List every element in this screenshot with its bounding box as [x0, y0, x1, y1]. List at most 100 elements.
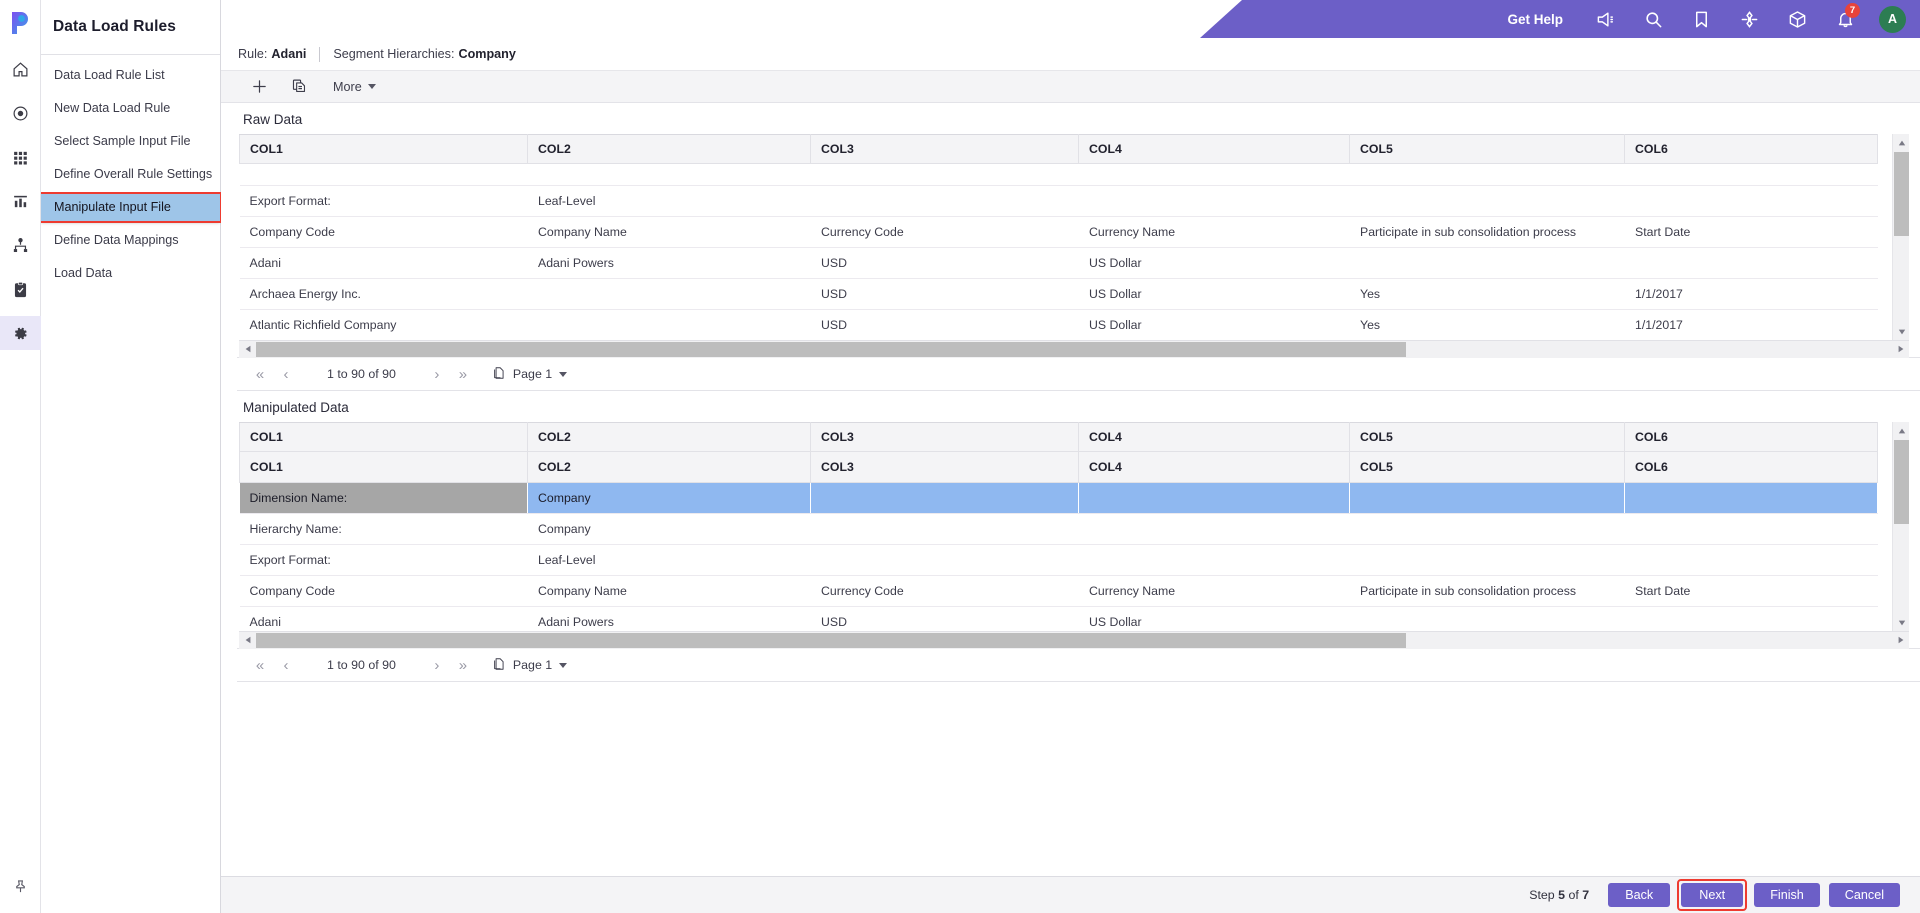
cell[interactable]: Company	[527, 482, 811, 514]
announcement-icon[interactable]	[1581, 0, 1629, 38]
cell[interactable]: Currency Name	[1078, 216, 1350, 248]
cell[interactable]: Atlantic Richfield Company	[239, 309, 528, 340]
cell[interactable]	[810, 544, 1079, 576]
table-row[interactable]: Atlantic Richfield Company USD US Dollar…	[239, 309, 1878, 340]
cell[interactable]	[1624, 247, 1878, 279]
cell[interactable]: COL5	[1349, 451, 1625, 483]
copy-icon[interactable]	[279, 71, 319, 103]
cancel-button[interactable]: Cancel	[1828, 883, 1900, 907]
cell[interactable]: US Dollar	[1078, 247, 1350, 279]
sidebar-item-new-data-load-rule[interactable]: New Data Load Rule	[41, 95, 220, 122]
cell[interactable]	[1078, 482, 1350, 514]
cell[interactable]	[1349, 482, 1625, 514]
cell[interactable]: 1/1/2017	[1624, 309, 1878, 340]
cube-icon[interactable]	[1773, 0, 1821, 38]
last-page-icon[interactable]: »	[450, 357, 476, 391]
cell[interactable]	[1349, 606, 1625, 631]
cell[interactable]: US Dollar	[1078, 278, 1350, 310]
cell[interactable]: Export Format:	[239, 185, 528, 217]
cell[interactable]: Adani	[239, 606, 528, 631]
manipulated-data-horizontal-scrollbar[interactable]	[239, 631, 1909, 649]
cell[interactable]: US Dollar	[1078, 309, 1350, 340]
rail-item-apps-grid[interactable]	[0, 140, 41, 174]
rail-item-settings[interactable]	[0, 316, 41, 350]
next-page-icon[interactable]: ›	[424, 648, 450, 682]
horizontal-scroll-track[interactable]	[256, 340, 1892, 358]
next-button[interactable]: Next	[1681, 883, 1744, 907]
cell[interactable]: USD	[810, 309, 1079, 340]
column-header-col6[interactable]: COL6	[1624, 134, 1878, 164]
avatar[interactable]: A	[1879, 5, 1906, 33]
cell[interactable]: Company	[527, 513, 811, 545]
column-header-col6[interactable]: COL6	[1624, 422, 1878, 452]
cell[interactable]: Company Code	[239, 575, 528, 607]
bell-icon[interactable]: 7	[1821, 0, 1869, 38]
cell[interactable]	[1624, 544, 1878, 576]
rail-item-clipboard-check[interactable]	[0, 272, 41, 306]
scroll-left-icon[interactable]	[239, 340, 256, 358]
cell[interactable]	[1624, 482, 1878, 514]
cell[interactable]: USD	[810, 247, 1079, 279]
sidebar-item-define-data-mappings[interactable]: Define Data Mappings	[41, 227, 220, 254]
cell[interactable]: Hierarchy Name:	[239, 513, 528, 545]
cell[interactable]	[810, 163, 1079, 186]
cell[interactable]	[1078, 513, 1350, 545]
cell[interactable]	[1349, 544, 1625, 576]
column-header-col1[interactable]: COL1	[239, 422, 528, 452]
cell[interactable]	[527, 278, 811, 310]
horizontal-scroll-track[interactable]	[256, 631, 1892, 649]
cell[interactable]: COL4	[1078, 451, 1350, 483]
scroll-down-icon[interactable]	[1893, 323, 1909, 340]
sidebar-item-data-load-rule-list[interactable]: Data Load Rule List	[41, 62, 220, 89]
cell[interactable]: Yes	[1349, 309, 1625, 340]
table-row[interactable]: Export Format: Leaf-Level	[239, 185, 1878, 217]
cell[interactable]: Leaf-Level	[527, 544, 811, 576]
cell[interactable]: USD	[810, 606, 1079, 631]
horizontal-scroll-thumb[interactable]	[256, 632, 1406, 648]
sidebar-item-manipulate-input-file[interactable]: Manipulate Input File	[39, 192, 222, 223]
cell[interactable]	[1624, 163, 1878, 186]
cell[interactable]: COL6	[1624, 451, 1878, 483]
cell[interactable]: COL3	[810, 451, 1079, 483]
cell[interactable]	[1624, 606, 1878, 631]
cell[interactable]: Adani Powers	[527, 606, 811, 631]
manipulated-data-vertical-scrollbar[interactable]	[1892, 422, 1909, 631]
cell[interactable]: Export Format:	[239, 544, 528, 576]
sidebar-item-select-sample-input-file[interactable]: Select Sample Input File	[41, 128, 220, 155]
manipulated-data-page-selector[interactable]: Page 1	[476, 657, 568, 674]
rail-item-hierarchy[interactable]	[0, 228, 41, 262]
scroll-up-icon[interactable]	[1893, 422, 1909, 439]
cell[interactable]: Participate in sub consolidation process	[1349, 575, 1625, 607]
cell[interactable]	[1624, 513, 1878, 545]
cell[interactable]: COL1	[239, 451, 528, 483]
app-logo[interactable]	[5, 8, 35, 38]
column-header-col5[interactable]: COL5	[1349, 422, 1625, 452]
cell[interactable]	[1349, 185, 1625, 217]
table-row[interactable]: Export Format: Leaf-Level	[239, 544, 1878, 576]
sidebar-item-load-data[interactable]: Load Data	[41, 260, 220, 287]
scroll-right-icon[interactable]	[1892, 340, 1909, 358]
cell[interactable]	[810, 513, 1079, 545]
scroll-up-icon[interactable]	[1893, 134, 1909, 151]
cell[interactable]	[1078, 163, 1350, 186]
back-button[interactable]: Back	[1608, 883, 1671, 907]
cell[interactable]: Currency Code	[810, 575, 1079, 607]
table-row[interactable]: Adani Adani Powers USD US Dollar	[239, 606, 1878, 631]
cell[interactable]: Company Name	[527, 216, 811, 248]
vertical-scroll-thumb[interactable]	[1894, 440, 1909, 524]
prev-page-icon[interactable]: ‹	[273, 357, 299, 391]
rail-item-target[interactable]	[0, 96, 41, 130]
cell[interactable]: Adani Powers	[527, 247, 811, 279]
table-row[interactable]: Hierarchy Name: Company	[239, 513, 1878, 545]
more-menu-button[interactable]: More	[323, 71, 386, 103]
raw-data-page-selector[interactable]: Page 1	[476, 366, 568, 383]
column-header-col4[interactable]: COL4	[1078, 422, 1350, 452]
cell[interactable]	[527, 163, 811, 186]
cell[interactable]: US Dollar	[1078, 606, 1350, 631]
horizontal-scroll-thumb[interactable]	[256, 341, 1406, 357]
cell[interactable]: COL2	[527, 451, 811, 483]
cell[interactable]	[239, 163, 528, 186]
crosshair-icon[interactable]	[1725, 0, 1773, 38]
first-page-icon[interactable]: «	[247, 357, 273, 391]
column-header-col2[interactable]: COL2	[527, 422, 811, 452]
